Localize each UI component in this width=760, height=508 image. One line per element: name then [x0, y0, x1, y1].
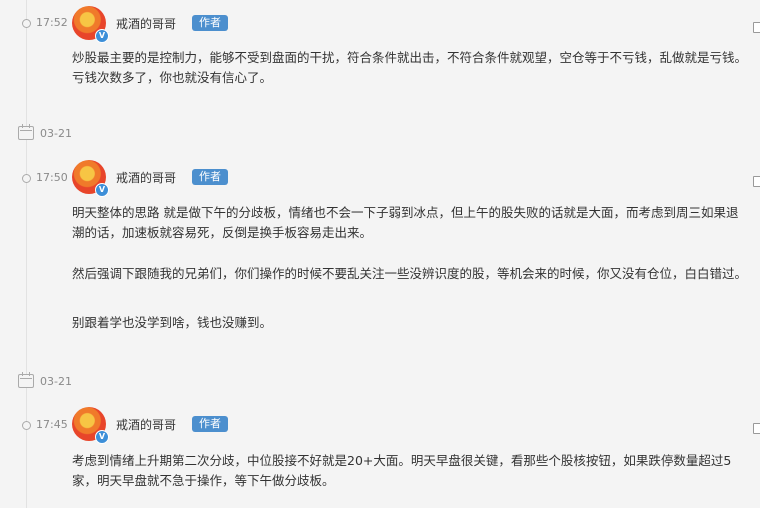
author-tag: 作者	[192, 15, 228, 31]
timeline-node	[22, 19, 31, 28]
date-separator: 03-21	[18, 372, 72, 389]
post-time: 17:50	[36, 171, 68, 184]
post-paragraph: 炒股最主要的是控制力，能够不受到盘面的干扰，符合条件就出击，不符合条件就观望，空…	[72, 50, 748, 85]
post-content: 明天整体的思路 就是做下午的分歧板，情绪也不会一下子弱到冰点，但上午的股失败的话…	[72, 203, 748, 243]
avatar[interactable]: V	[72, 407, 109, 444]
timeline-node	[22, 174, 31, 183]
side-action-icon[interactable]	[753, 423, 760, 434]
post-content: 炒股最主要的是控制力，能够不受到盘面的干扰，符合条件就出击，不符合条件就观望，空…	[72, 48, 748, 88]
author-name[interactable]: 戒酒的哥哥	[116, 416, 176, 433]
verified-badge-icon: V	[95, 430, 109, 444]
post-content: 然后强调下跟随我的兄弟们，你们操作的时候不要乱关注一些没辨识度的股，等机会来的时…	[72, 264, 748, 284]
post-paragraph: 考虑到情绪上升期第二次分歧，中位股接不好就是20+大面。明天早盘很关键，看那些个…	[72, 453, 732, 488]
post-paragraph: 然后强调下跟随我的兄弟们，你们操作的时候不要乱关注一些没辨识度的股，等机会来的时…	[72, 266, 748, 281]
post-content: 别跟着学也没学到啥，钱也没赚到。	[72, 313, 748, 333]
timeline-line	[26, 0, 27, 508]
verified-badge-icon: V	[95, 183, 109, 197]
calendar-icon	[18, 124, 34, 140]
post-paragraph: 明天整体的思路 就是做下午的分歧板，情绪也不会一下子弱到冰点，但上午的股失败的话…	[72, 205, 739, 240]
author-tag: 作者	[192, 416, 228, 432]
side-action-icon[interactable]	[753, 176, 760, 187]
post-content: 考虑到情绪上升期第二次分歧，中位股接不好就是20+大面。明天早盘很关键，看那些个…	[72, 451, 748, 491]
date-label: 03-21	[40, 126, 72, 140]
timeline-node	[22, 421, 31, 430]
avatar[interactable]: V	[72, 160, 109, 197]
post-paragraph: 别跟着学也没学到啥，钱也没赚到。	[72, 315, 273, 330]
author-name[interactable]: 戒酒的哥哥	[116, 169, 176, 186]
date-label: 03-21	[40, 374, 72, 388]
post-time: 17:52	[36, 16, 68, 29]
author-name[interactable]: 戒酒的哥哥	[116, 15, 176, 32]
avatar[interactable]: V	[72, 6, 109, 43]
verified-badge-icon: V	[95, 29, 109, 43]
post-time: 17:45	[36, 418, 68, 431]
side-action-icon[interactable]	[753, 22, 760, 33]
author-tag: 作者	[192, 169, 228, 185]
calendar-icon	[18, 372, 34, 388]
date-separator: 03-21	[18, 124, 72, 141]
